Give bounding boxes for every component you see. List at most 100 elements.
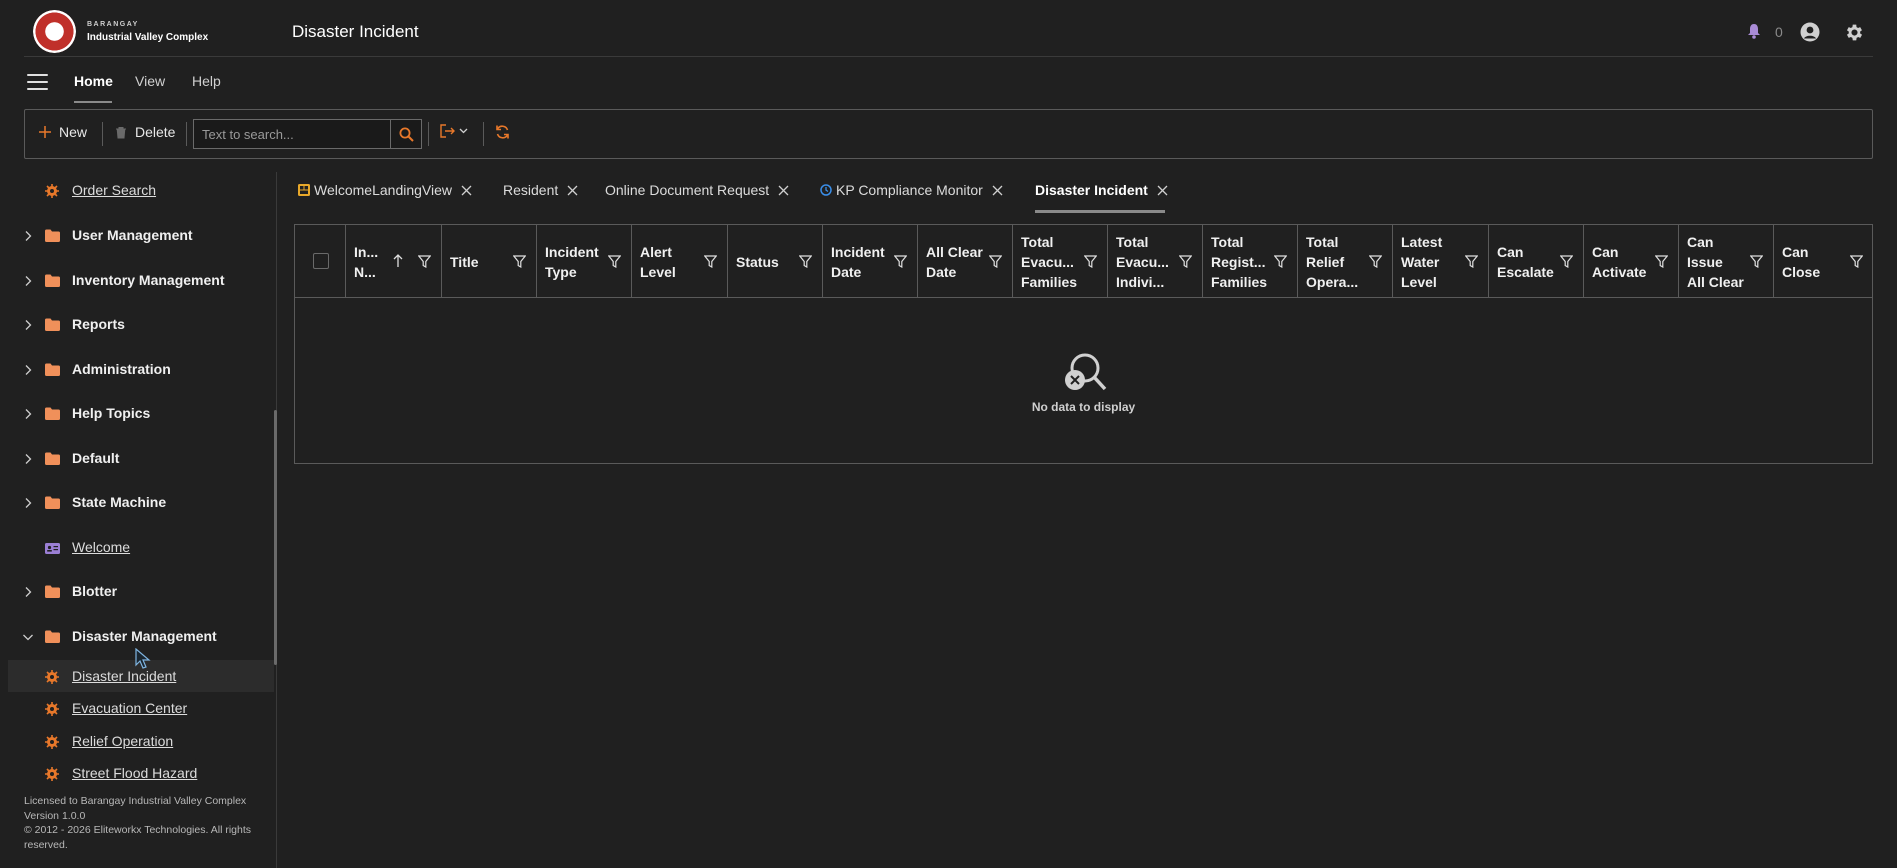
doc-tab-label: Online Document Request bbox=[605, 182, 770, 198]
sidebar-item-label: Disaster Incident bbox=[72, 668, 177, 684]
filter-icon[interactable] bbox=[512, 255, 527, 269]
doc-tab-welcome-landing-view[interactable]: WelcomeLandingView bbox=[298, 182, 472, 198]
new-button[interactable]: New bbox=[39, 124, 87, 140]
sidebar-item-state-machine[interactable]: State Machine bbox=[0, 486, 274, 518]
sidebar-item-evacuation-center[interactable]: Evacuation Center bbox=[0, 692, 274, 724]
filter-icon[interactable] bbox=[1273, 255, 1288, 269]
doc-tab-kp-compliance-monitor[interactable]: KP Compliance Monitor bbox=[820, 182, 1003, 198]
chevron-right-icon[interactable] bbox=[22, 318, 34, 330]
column-header-all-clear-date[interactable]: All Clear Date bbox=[917, 225, 1012, 298]
sidebar-scrollbar[interactable] bbox=[274, 410, 277, 665]
chevron-right-icon[interactable] bbox=[22, 274, 34, 286]
folder-icon bbox=[45, 318, 60, 331]
sidebar-item-welcome[interactable]: Welcome bbox=[0, 531, 274, 563]
filter-icon[interactable] bbox=[893, 255, 908, 269]
menu-tab-help[interactable]: Help bbox=[192, 73, 221, 89]
gear-icon bbox=[45, 701, 60, 716]
column-header-total-evacu-indivi[interactable]: Total Evacu... Indivi... bbox=[1107, 225, 1202, 298]
close-icon[interactable] bbox=[567, 185, 578, 196]
column-header-total-evacu-families[interactable]: Total Evacu... Families bbox=[1012, 225, 1107, 298]
sidebar-item-default[interactable]: Default bbox=[0, 442, 274, 474]
filter-icon[interactable] bbox=[607, 255, 622, 269]
column-header-latest-water-level[interactable]: Latest Water Level bbox=[1392, 225, 1488, 298]
column-header-incident-type[interactable]: Incident Type bbox=[536, 225, 631, 298]
delete-button[interactable]: Delete bbox=[115, 124, 175, 140]
chevron-right-icon[interactable] bbox=[22, 496, 34, 508]
bell-icon[interactable] bbox=[1747, 23, 1761, 39]
filter-icon[interactable] bbox=[1464, 255, 1479, 269]
close-icon[interactable] bbox=[1157, 185, 1168, 196]
sidebar-item-inventory-management[interactable]: Inventory Management bbox=[0, 264, 274, 296]
sidebar-item-help-topics[interactable]: Help Topics bbox=[0, 397, 274, 429]
chevron-right-icon[interactable] bbox=[22, 452, 34, 464]
grid-header: In... N... Title Incident Type Alert Level S… bbox=[295, 225, 1872, 298]
search-button[interactable] bbox=[391, 119, 422, 149]
dashboard-icon bbox=[298, 184, 310, 196]
select-all-checkbox[interactable] bbox=[313, 253, 329, 269]
toolbar: New Delete bbox=[24, 109, 1873, 159]
filter-icon[interactable] bbox=[1083, 255, 1098, 269]
folder-icon bbox=[45, 407, 60, 420]
close-icon[interactable] bbox=[778, 185, 789, 196]
menu-tab-home[interactable]: Home bbox=[74, 73, 113, 89]
chevron-right-icon[interactable] bbox=[22, 407, 34, 419]
filter-icon[interactable] bbox=[1368, 255, 1383, 269]
sidebar-item-label: Default bbox=[72, 450, 120, 466]
chevron-right-icon[interactable] bbox=[22, 229, 34, 241]
toolbar-divider bbox=[186, 122, 187, 146]
close-icon[interactable] bbox=[992, 185, 1003, 196]
filter-icon[interactable] bbox=[1559, 255, 1574, 269]
sort-ascending-icon[interactable] bbox=[393, 254, 403, 268]
doc-tab-label: Resident bbox=[503, 182, 559, 198]
column-header-can-issue-all-clear[interactable]: Can Issue All Clear bbox=[1678, 225, 1773, 298]
menu-tab-view[interactable]: View bbox=[135, 73, 165, 89]
hamburger-menu-icon[interactable] bbox=[27, 74, 48, 90]
doc-tab-disaster-incident[interactable]: Disaster Incident bbox=[1035, 182, 1168, 198]
search-input[interactable] bbox=[193, 119, 391, 149]
trash-icon bbox=[116, 126, 126, 138]
filter-icon[interactable] bbox=[988, 255, 1003, 269]
export-dropdown-button[interactable] bbox=[439, 124, 468, 138]
column-header-can-activate[interactable]: Can Activate bbox=[1583, 225, 1678, 298]
refresh-icon[interactable] bbox=[495, 124, 510, 140]
column-title: Latest Water Level bbox=[1401, 233, 1443, 290]
sidebar-item-order-search[interactable]: Order Search bbox=[0, 174, 274, 206]
sidebar-item-label: Disaster Management bbox=[72, 628, 217, 644]
chevron-right-icon[interactable] bbox=[22, 363, 34, 375]
folder-icon bbox=[45, 452, 60, 465]
column-header-status[interactable]: Status bbox=[727, 225, 822, 298]
filter-icon[interactable] bbox=[798, 255, 813, 269]
filter-icon[interactable] bbox=[1849, 255, 1864, 269]
sidebar-item-blotter[interactable]: Blotter bbox=[0, 575, 274, 607]
sidebar-item-reports[interactable]: Reports bbox=[0, 308, 274, 340]
column-header-total-relief-opera[interactable]: Total Relief Opera... bbox=[1297, 225, 1392, 298]
user-account-icon[interactable] bbox=[1800, 22, 1820, 42]
sidebar-item-street-flood-hazard[interactable]: Street Flood Hazard bbox=[0, 757, 274, 789]
chevron-right-icon[interactable] bbox=[22, 585, 34, 597]
column-header-incident-date[interactable]: Incident Date bbox=[822, 225, 917, 298]
filter-icon[interactable] bbox=[1749, 255, 1764, 269]
column-header-total-regist-families[interactable]: Total Regist... Families bbox=[1202, 225, 1297, 298]
doc-tab-online-document-request[interactable]: Online Document Request bbox=[605, 182, 789, 198]
column-title: In... N... bbox=[354, 243, 379, 280]
sidebar-item-relief-operation[interactable]: Relief Operation bbox=[0, 725, 274, 757]
settings-gear-icon[interactable] bbox=[1844, 22, 1865, 43]
sidebar-item-administration[interactable]: Administration bbox=[0, 353, 274, 385]
column-title: Can Issue All Clear bbox=[1687, 233, 1744, 290]
filter-icon[interactable] bbox=[417, 255, 432, 269]
folder-icon bbox=[45, 496, 60, 509]
clock-icon bbox=[820, 184, 832, 196]
doc-tab-resident[interactable]: Resident bbox=[503, 182, 578, 198]
filter-icon[interactable] bbox=[703, 255, 718, 269]
sidebar-item-label: Order Search bbox=[72, 182, 157, 198]
column-header-title[interactable]: Title bbox=[441, 225, 536, 298]
chevron-down-icon[interactable] bbox=[22, 630, 34, 642]
filter-icon[interactable] bbox=[1654, 255, 1669, 269]
column-header-can-close[interactable]: Can Close bbox=[1773, 225, 1873, 298]
close-icon[interactable] bbox=[461, 185, 472, 196]
filter-icon[interactable] bbox=[1178, 255, 1193, 269]
column-header-alert-level[interactable]: Alert Level bbox=[631, 225, 727, 298]
sidebar-item-user-management[interactable]: User Management bbox=[0, 219, 274, 251]
column-header-in-n[interactable]: In... N... bbox=[345, 225, 441, 298]
column-header-can-escalate[interactable]: Can Escalate bbox=[1488, 225, 1583, 298]
